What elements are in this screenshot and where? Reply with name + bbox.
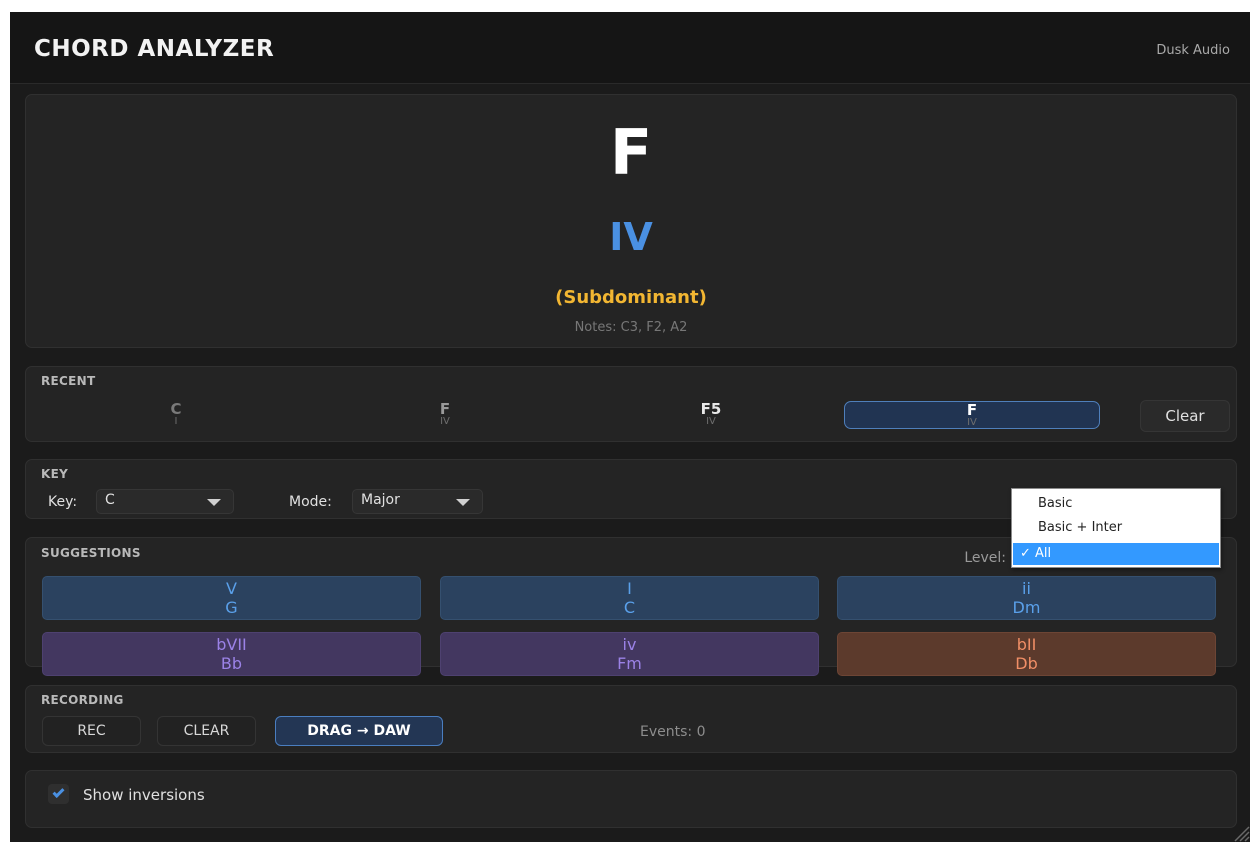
suggestion-chord: G: [225, 598, 238, 617]
recent-chord-numeral: I: [174, 416, 178, 427]
level-option[interactable]: ✓ All: [1013, 543, 1219, 565]
chord-notes: Notes: C3, F2, A2: [574, 320, 688, 335]
mode-select-value: Major: [361, 492, 400, 508]
chord-name: F: [609, 116, 653, 189]
brand-label: Dusk Audio: [1156, 43, 1230, 58]
clear-recording-button[interactable]: CLEAR: [157, 716, 256, 746]
level-label: Level:: [964, 550, 1006, 566]
suggestion-numeral: bII: [1016, 635, 1037, 654]
recent-chord-item[interactable]: F5 IV: [576, 401, 846, 429]
suggestion-chord: Fm: [617, 654, 642, 673]
mode-select[interactable]: Major: [352, 489, 483, 514]
key-field-label: Key:: [48, 494, 78, 510]
chevron-down-icon: [456, 499, 470, 506]
suggestion-button[interactable]: IC: [440, 576, 819, 620]
recent-panel: RECENT C I F IV F5 IV F IV Clear: [25, 366, 1237, 442]
options-panel: Show inversions: [25, 770, 1237, 828]
rec-button[interactable]: REC: [42, 716, 141, 746]
recording-section-label: RECORDING: [41, 693, 124, 707]
suggestion-button[interactable]: bVII Bb: [42, 632, 421, 676]
level-option[interactable]: Basic + Inter: [1013, 517, 1219, 539]
chord-display-panel: F IV (Subdominant) Notes: C3, F2, A2: [25, 94, 1237, 348]
events-count: Events: 0: [640, 724, 706, 740]
suggestion-numeral: V: [226, 579, 237, 598]
plugin-window: CHORD ANALYZER Dusk Audio F IV (Subdomin…: [10, 12, 1250, 842]
recording-panel: RECORDING REC CLEAR DRAG → DAW Events: 0: [25, 685, 1237, 753]
suggestion-button[interactable]: ii Dm: [837, 576, 1216, 620]
recent-chord-item[interactable]: F IV: [844, 401, 1100, 429]
recent-chord-item[interactable]: F IV: [310, 401, 580, 429]
recent-chord-symbol: F5: [700, 400, 722, 418]
resize-grip-icon[interactable]: [1230, 822, 1250, 842]
recent-section-label: RECENT: [41, 374, 96, 388]
recent-chord-item[interactable]: CI: [41, 401, 311, 429]
recent-chord-numeral: IV: [706, 416, 716, 427]
key-select[interactable]: C: [96, 489, 234, 514]
chevron-down-icon: [207, 499, 221, 506]
recent-chord-numeral: IV: [967, 417, 977, 428]
suggestion-numeral: I: [627, 579, 632, 598]
suggestions-section-label: SUGGESTIONS: [41, 546, 141, 560]
recent-chord-symbol: C: [170, 400, 182, 418]
recent-chord-symbol: F: [439, 400, 451, 418]
suggestion-chord: Db: [1015, 654, 1038, 673]
chord-numeral: IV: [609, 215, 653, 259]
app-title: CHORD ANALYZER: [34, 36, 275, 62]
suggestion-numeral: iv: [622, 635, 637, 654]
suggestion-button[interactable]: iv Fm: [440, 632, 819, 676]
suggestion-numeral: ii: [1022, 579, 1031, 598]
mode-field-label: Mode:: [289, 494, 332, 510]
suggestion-chord: C: [623, 598, 636, 617]
suggestion-chord: Bb: [220, 654, 243, 673]
chord-function: (Subdominant): [555, 287, 707, 308]
checkmark-icon: [52, 785, 65, 799]
suggestion-button[interactable]: VG: [42, 576, 421, 620]
drag-to-daw-button[interactable]: DRAG → DAW: [275, 716, 443, 746]
show-inversions-label[interactable]: Show inversions: [83, 786, 205, 804]
level-dropdown-menu: Basic Basic + Inter ✓ All: [1011, 488, 1221, 568]
suggestion-button[interactable]: bII Db: [837, 632, 1216, 676]
show-inversions-checkbox[interactable]: [48, 784, 69, 804]
recent-chord-numeral: IV: [440, 416, 450, 427]
suggestion-chord: Dm: [1012, 598, 1041, 617]
header-bar: CHORD ANALYZER Dusk Audio: [10, 12, 1250, 84]
clear-recent-button[interactable]: Clear: [1140, 400, 1230, 432]
recent-chord-symbol: F: [966, 401, 978, 419]
key-section-label: KEY: [41, 467, 69, 481]
key-select-value: C: [105, 492, 115, 508]
suggestion-numeral: bVII: [216, 635, 247, 654]
level-option[interactable]: Basic: [1013, 493, 1219, 515]
